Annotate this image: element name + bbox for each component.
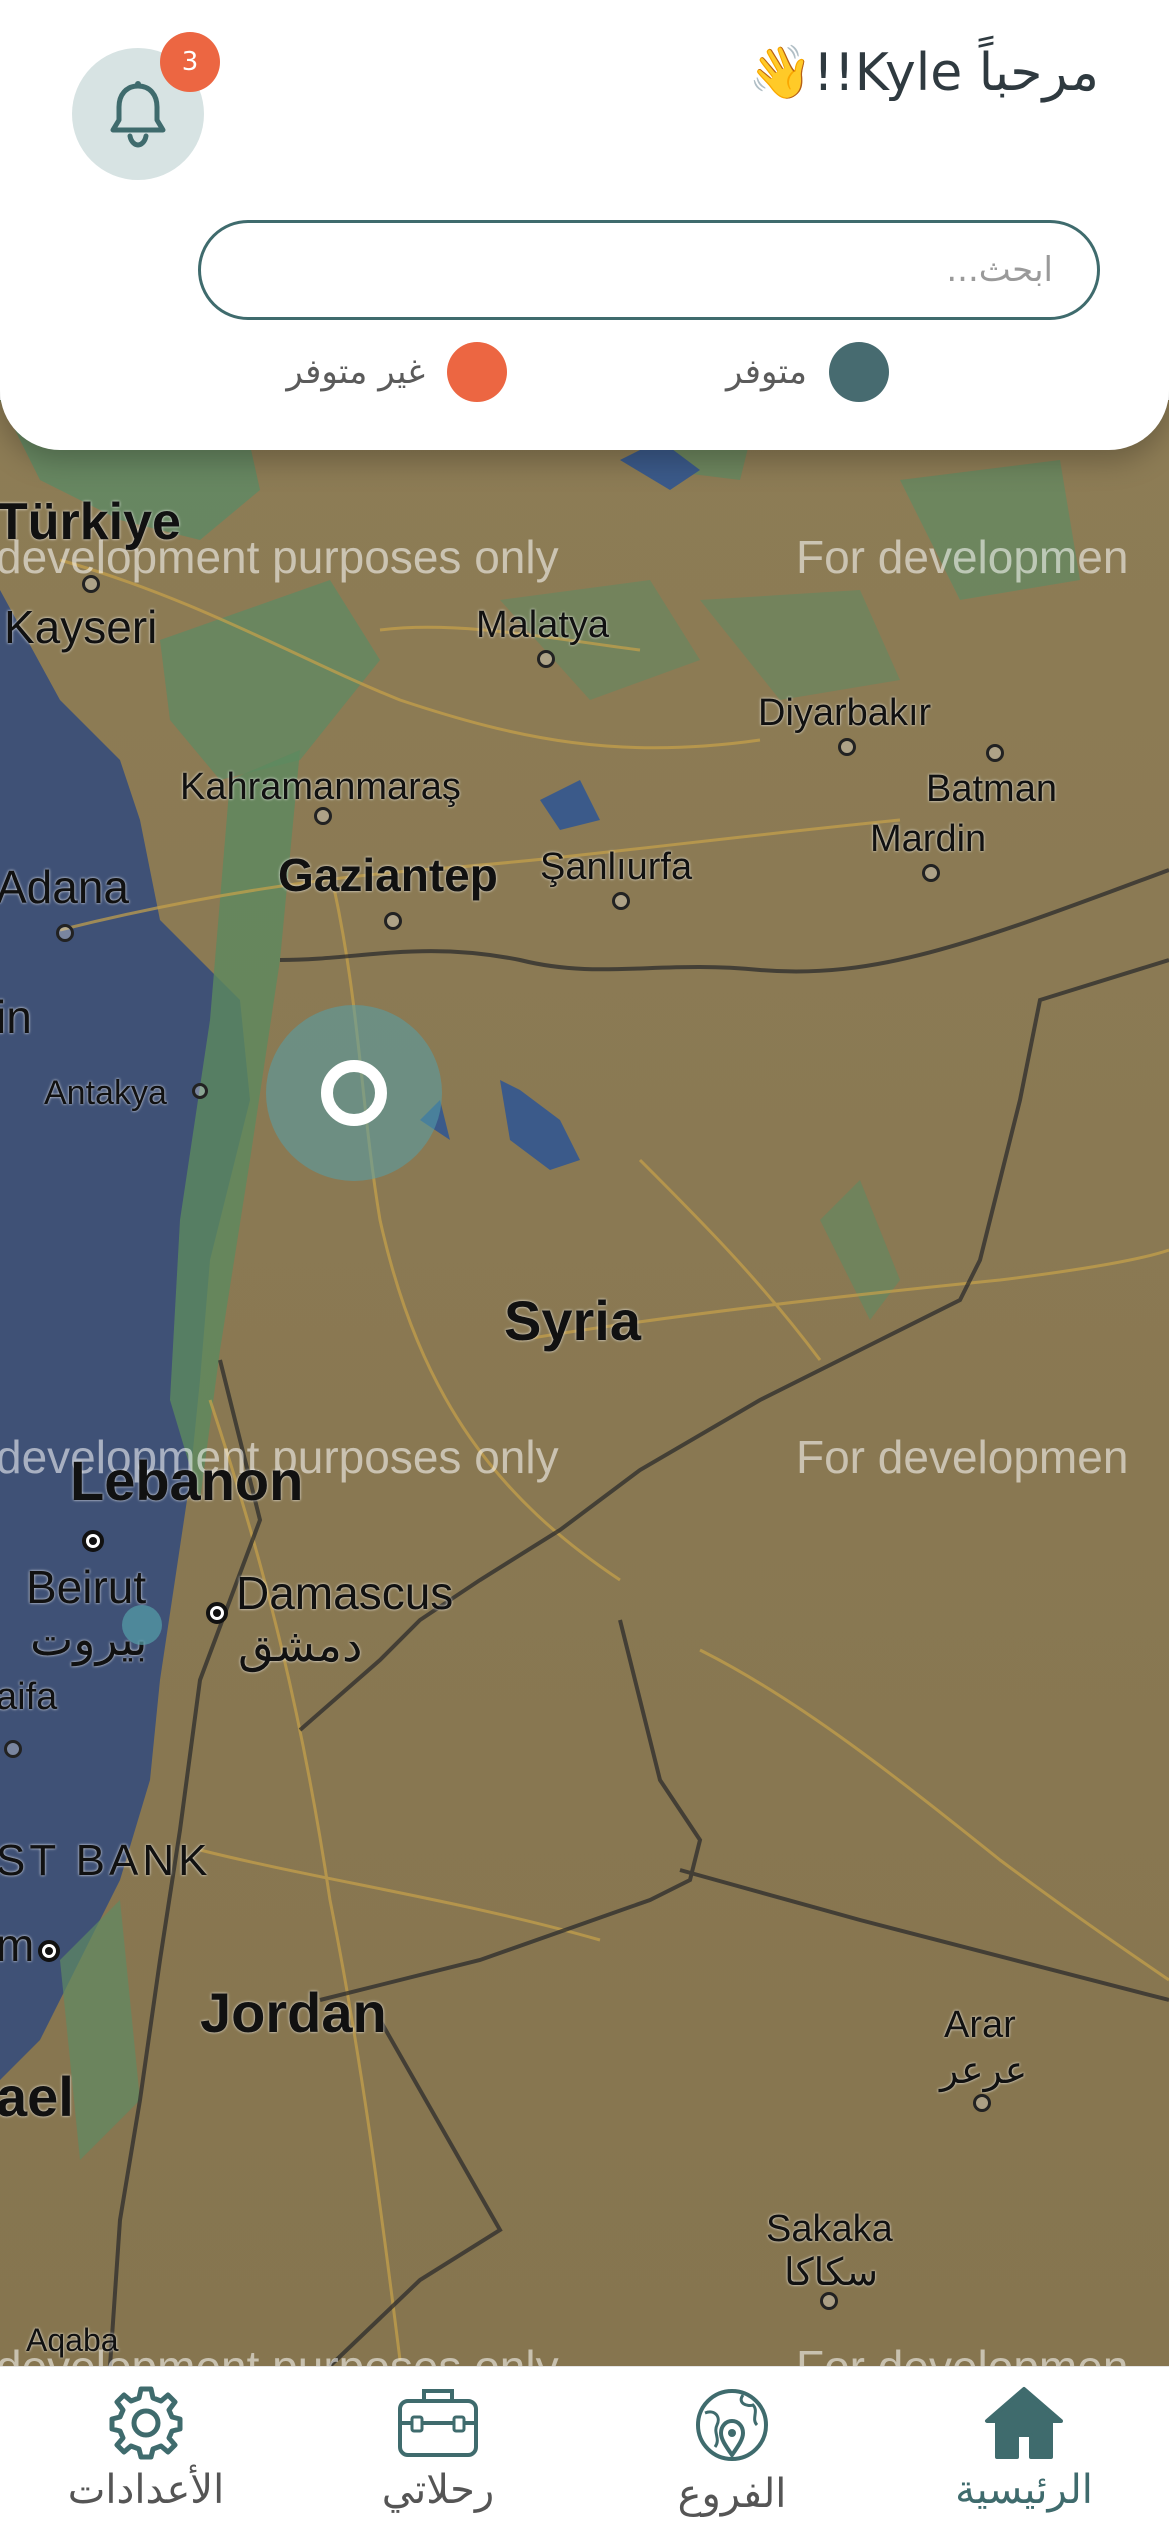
map-label-city: in [0,991,32,1043]
legend-unavailable-label: غير متوفر [286,352,425,392]
map-label-city: Arar [944,2004,1016,2046]
city-dot [612,892,630,910]
city-dot [4,1740,22,1758]
map-label-city: Beirut [26,1561,147,1613]
city-dot [838,738,856,756]
map-label-country: Lebanon [70,1449,304,1512]
map-label-city: Gaziantep [278,849,498,901]
map-label-city: Kayseri [4,601,158,653]
city-dot [82,575,100,593]
search-box[interactable] [198,220,1100,320]
city-dot [56,924,74,942]
available-dot [829,342,889,402]
map-label-country: Jordan [200,1981,387,2044]
legend-available-label: متوفر [725,352,807,392]
map-label-city: Adana [0,861,130,913]
nav-branches[interactable]: الفروع [612,2385,852,2517]
header-card: مرحباً Kyle!!👋 3 متوفر غير متوفر [0,0,1169,450]
map-label-city: سكاكا [784,2252,879,2294]
nav-home-label: الرئيسية [955,2467,1093,2513]
map-label-city: Diyarbakır [758,692,932,734]
globe-pin-icon [696,2389,768,2461]
current-location-marker[interactable] [321,1060,387,1126]
map-label-country: Syria [504,1289,641,1352]
search-input[interactable] [201,223,1097,317]
bottom-navigation: الرئيسية الفروع رحلاتي الأعدادات [0,2366,1169,2531]
nav-settings-label: الأعدادات [67,2467,225,2513]
unavailable-dot [447,342,507,402]
map-label-city: عرعر [940,2050,1028,2092]
map-label-city: Mardin [870,818,987,860]
city-dot [82,1530,104,1552]
city-dot [922,864,940,882]
greeting-title: مرحباً Kyle!!👋 [748,43,1099,103]
map-label-city: Batman [926,768,1057,810]
city-dot [384,912,402,930]
branch-marker[interactable] [122,1605,162,1645]
home-icon [985,2387,1063,2459]
map-label-city: Aqaba [26,2322,119,2358]
map-label-city: m [0,1919,35,1971]
bell-icon [110,81,166,148]
city-dot [820,2292,838,2310]
nav-branches-label: الفروع [677,2471,787,2517]
city-dot [38,1940,60,1962]
map-label-region: ST BANK [0,1836,212,1885]
legend-available: متوفر [726,342,889,402]
city-dot [537,650,555,668]
map-label-city: Şanlıurfa [540,846,693,888]
notification-count-badge: 3 [160,32,220,92]
city-dot [314,807,332,825]
map-watermark: For developmen [796,2340,1128,2366]
map-label-city: Sakaka [766,2208,893,2250]
briefcase-icon [398,2389,478,2457]
city-dot [986,744,1004,762]
map-label-city: aifa [0,1676,58,1718]
map-watermark: For developmen [796,531,1129,583]
map-label-country: Türkiye [0,493,181,551]
nav-settings[interactable]: الأعدادات [26,2385,266,2513]
map-label-country: ael [0,2065,74,2128]
map-watermark: For developmen [796,1431,1129,1483]
legend-unavailable: غير متوفر [286,342,507,402]
nav-home[interactable]: الرئيسية [904,2385,1144,2513]
map-label-city: Malatya [476,604,610,646]
map-label-city: Damascus [236,1567,454,1619]
nav-trips-label: رحلاتي [381,2467,495,2513]
map-label-city: Kahramanmaraş [180,766,461,808]
gear-icon [109,2386,183,2460]
map-label-city: Antakya [44,1074,167,1112]
city-dot [973,2094,991,2112]
nav-trips[interactable]: رحلاتي [318,2385,558,2513]
city-dot [206,1602,228,1624]
city-dot [192,1083,208,1099]
map-label-city: دمشق [238,1619,363,1671]
map-view[interactable]: development purposes only For developmen… [0,400,1169,2366]
